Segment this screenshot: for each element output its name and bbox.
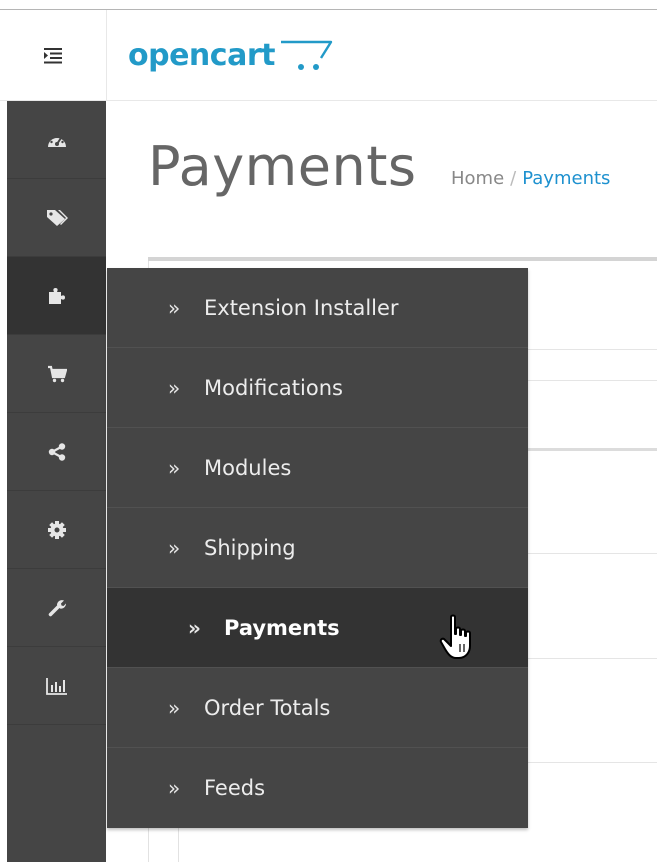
menu-item-label: Payments	[224, 615, 340, 640]
sidebar	[7, 101, 106, 862]
top-border	[0, 0, 657, 10]
double-chevron-icon: »	[168, 695, 181, 720]
sidebar-item-sales[interactable]	[7, 335, 106, 413]
double-chevron-icon: »	[188, 615, 201, 640]
breadcrumb-current-link[interactable]: Payments	[522, 168, 610, 189]
panel-header-border	[148, 257, 657, 261]
double-chevron-icon: »	[168, 455, 181, 480]
double-chevron-icon: »	[168, 776, 181, 800]
menu-item-extension-installer[interactable]: » Extension Installer	[107, 268, 528, 348]
dashboard-icon	[47, 134, 66, 147]
double-chevron-icon: »	[168, 375, 181, 400]
logo-cart-icon	[280, 40, 333, 70]
table-header-divider	[528, 448, 657, 451]
sidebar-item-reports[interactable]	[7, 647, 106, 725]
menu-item-label: Feeds	[204, 776, 266, 800]
wrench-icon	[48, 599, 66, 616]
double-chevron-icon: »	[168, 535, 181, 560]
header: opencart	[0, 10, 657, 101]
table-row-divider	[528, 380, 657, 381]
menu-item-shipping[interactable]: » Shipping	[107, 508, 528, 588]
menu-item-label: Modules	[204, 455, 292, 480]
shopping-cart-icon	[47, 365, 67, 382]
double-chevron-icon: »	[168, 295, 181, 320]
bar-chart-icon	[45, 677, 67, 695]
menu-toggle-button[interactable]	[0, 10, 107, 101]
page-title: Payments	[148, 135, 417, 198]
table-row-divider	[528, 553, 657, 554]
indent-icon	[44, 47, 62, 63]
sidebar-item-system[interactable]	[7, 491, 106, 569]
logo-text: opencart	[128, 37, 275, 73]
breadcrumb-separator: /	[510, 168, 517, 189]
menu-item-modifications[interactable]: » Modifications	[107, 348, 528, 428]
menu-item-label: Order Totals	[204, 695, 331, 720]
sidebar-item-marketing[interactable]	[7, 413, 106, 491]
share-icon	[48, 442, 65, 461]
tags-icon	[46, 209, 68, 226]
menu-item-label: Extension Installer	[204, 295, 399, 320]
breadcrumb: Home / Payments	[451, 168, 610, 189]
table-row-divider	[528, 349, 657, 350]
app-window: opencart Payments Home / Payments » Exte…	[0, 0, 657, 862]
opencart-logo[interactable]: opencart	[128, 30, 335, 80]
menu-item-modules[interactable]: » Modules	[107, 428, 528, 508]
sidebar-item-catalog[interactable]	[7, 179, 106, 257]
menu-item-label: Shipping	[204, 535, 296, 560]
table-row-divider	[528, 658, 657, 659]
hand-pointer-cursor-icon	[439, 614, 471, 659]
sidebar-item-tools[interactable]	[7, 569, 106, 647]
cog-icon	[47, 520, 66, 539]
sidebar-item-dashboard[interactable]	[7, 101, 106, 179]
extensions-flyout-menu: » Extension Installer » Modifications » Mod…	[107, 268, 528, 828]
menu-item-label: Modifications	[204, 375, 343, 400]
sidebar-item-extensions[interactable]	[7, 257, 106, 335]
menu-item-order-totals[interactable]: » Order Totals	[107, 668, 528, 748]
table-row-divider	[528, 762, 657, 763]
puzzle-icon	[48, 287, 65, 304]
menu-item-feeds[interactable]: » Feeds	[107, 748, 528, 828]
breadcrumb-home-link[interactable]: Home	[451, 168, 504, 189]
